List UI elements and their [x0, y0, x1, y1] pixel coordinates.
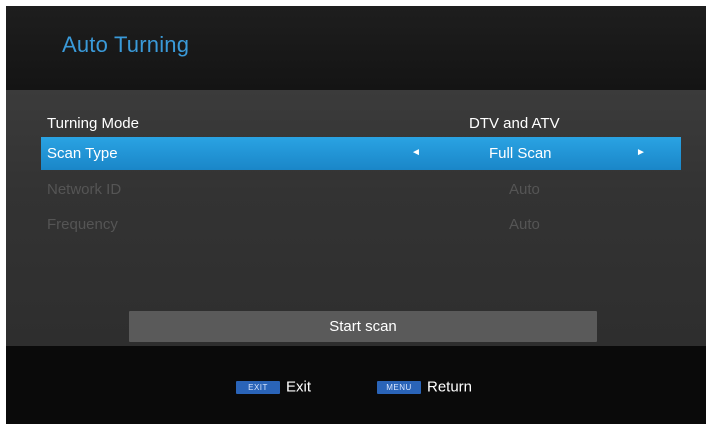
- menu-key-icon: MENU: [377, 380, 421, 394]
- scan-type-row[interactable]: Scan Type ◄ Full Scan ►: [41, 137, 681, 170]
- left-arrow-icon[interactable]: ◄: [411, 147, 421, 158]
- settings-panel: Turning Mode DTV and ATV Scan Type ◄ Ful…: [6, 90, 706, 346]
- exit-hint[interactable]: EXIT Exit: [236, 378, 311, 398]
- scan-type-label: Scan Type: [47, 145, 118, 162]
- exit-label: Exit: [286, 378, 312, 396]
- right-arrow-icon[interactable]: ►: [636, 147, 646, 158]
- exit-key-icon: EXIT: [236, 380, 280, 394]
- turning-mode-value: DTV and ATV: [469, 115, 560, 132]
- frequency-value: Auto: [509, 216, 540, 233]
- footer-hints: EXIT Exit MENU Return: [6, 346, 706, 424]
- return-hint[interactable]: MENU Return: [377, 378, 472, 398]
- scan-type-value: Full Scan: [489, 145, 552, 162]
- network-id-row: Network ID Auto: [41, 173, 681, 206]
- network-id-value: Auto: [509, 181, 540, 198]
- turning-mode-label: Turning Mode: [47, 115, 139, 132]
- start-scan-button[interactable]: Start scan: [129, 311, 597, 342]
- return-label: Return: [427, 378, 473, 396]
- network-id-label: Network ID: [47, 181, 122, 198]
- frequency-row: Frequency Auto: [41, 208, 681, 241]
- page-title: Auto Turning: [62, 32, 190, 57]
- turning-mode-row[interactable]: Turning Mode DTV and ATV: [41, 107, 681, 140]
- frequency-label: Frequency: [47, 216, 118, 233]
- title-bar: Auto Turning: [6, 6, 706, 90]
- auto-tuning-dialog: Auto Turning Turning Mode DTV and ATV Sc…: [6, 6, 706, 424]
